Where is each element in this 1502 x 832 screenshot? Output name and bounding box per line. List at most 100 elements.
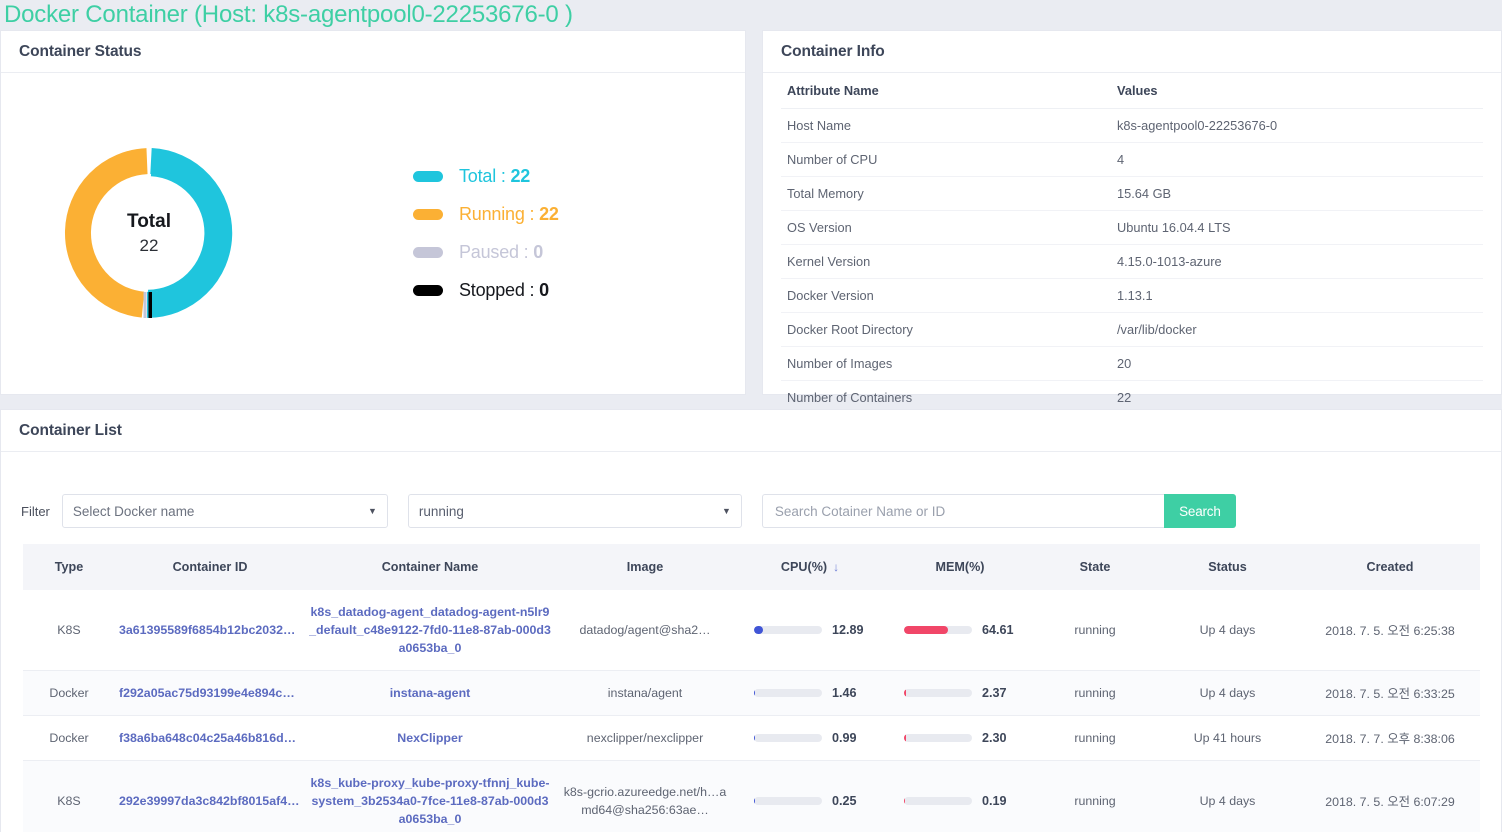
table-row[interactable]: K8S 3a61395589f6854b12bc2032b07… k8s_datad… — [23, 590, 1480, 671]
info-row: Kernel Version 4.15.0-1013-azure — [781, 244, 1483, 279]
state-select[interactable]: running ▼ — [407, 494, 742, 528]
legend-value-stopped: 0 — [539, 279, 549, 300]
mem-meter-fill — [904, 689, 906, 697]
image-text: datadog/agent@sha2… — [579, 623, 711, 637]
legend-item-paused[interactable]: Paused : 0 — [413, 233, 559, 271]
cell-cpu: 0.99 — [735, 715, 885, 761]
container-name-link[interactable]: k8s_datadog-agent_datadog-agent-n5lr9_de… — [309, 603, 551, 657]
container-id-link[interactable]: 292e39997da3c842bf8015af4c3… — [119, 794, 301, 808]
cpu-meter-fill — [754, 689, 756, 697]
legend-chip-running — [413, 208, 443, 220]
cell-container-id: f292a05ac75d93199e4e894c4a… — [115, 670, 305, 716]
mem-value: 2.37 — [982, 686, 1007, 700]
cell-status: Up 4 days — [1155, 590, 1300, 671]
info-attribute: Docker Version — [781, 278, 1111, 313]
image-text: nexclipper/nexclipper — [586, 731, 704, 745]
cpu-meter: 0.99 — [739, 731, 881, 745]
mem-value: 64.61 — [982, 623, 1014, 637]
cell-container-id: 3a61395589f6854b12bc2032b07… — [115, 590, 305, 671]
cpu-meter-fill — [754, 626, 763, 634]
legend-text-stopped: Stopped : — [459, 279, 540, 300]
legend-chip-total — [413, 170, 443, 182]
cell-state: running — [1035, 760, 1155, 832]
cell-image: k8s-gcrio.azureedge.net/h…amd64@sha256:6… — [555, 760, 735, 832]
container-id-link[interactable]: f292a05ac75d93199e4e894c4a… — [119, 686, 301, 700]
mem-meter-fill — [904, 734, 906, 742]
container-info-header: Container Info — [763, 31, 1501, 73]
table-row[interactable]: Docker f38a6ba648c04c25a46b816db… NexClipp… — [23, 715, 1480, 761]
cell-type: Docker — [23, 715, 115, 761]
container-list-header: Container List — [1, 410, 1501, 452]
mem-meter-track — [904, 626, 972, 634]
cell-container-name: k8s_kube-proxy_kube-proxy-tfnnj_kube-sys… — [305, 760, 555, 832]
cell-status: Up 4 days — [1155, 670, 1300, 716]
container-id-link[interactable]: 3a61395589f6854b12bc2032b07… — [119, 623, 301, 637]
info-row: Total Memory 15.64 GB — [781, 176, 1483, 211]
info-row: Docker Root Directory/var/lib/docker — [781, 312, 1483, 347]
container-name-link[interactable]: k8s_kube-proxy_kube-proxy-tfnnj_kube-sys… — [309, 774, 551, 828]
search-button[interactable]: Search — [1163, 494, 1236, 528]
table-row[interactable]: K8S 292e39997da3c842bf8015af4c3… k8s_kube-… — [23, 760, 1480, 832]
donut-segment-total — [146, 148, 233, 318]
container-name-link[interactable]: instana-agent — [309, 684, 551, 702]
cpu-value: 1.46 — [832, 686, 857, 700]
th-created[interactable]: Created — [1300, 544, 1480, 590]
container-list-table-wrap: Type Container ID Container Name Image C… — [1, 544, 1501, 832]
th-status[interactable]: Status — [1155, 544, 1300, 590]
legend-item-total[interactable]: Total : 22 — [413, 157, 559, 195]
legend-item-stopped[interactable]: Stopped : 0 — [413, 271, 559, 309]
container-status-card: Container Status Total 22 Total: 22 Run… — [0, 30, 746, 395]
info-value: 20 — [1111, 346, 1483, 381]
info-value: /var/lib/docker — [1111, 312, 1483, 347]
th-mem[interactable]: MEM(%) — [885, 544, 1035, 590]
cpu-meter: 12.89 — [739, 623, 881, 637]
container-status-donut-chart[interactable]: Total 22 — [37, 118, 337, 348]
legend-label-running: Running : 22 — [459, 204, 559, 225]
mem-value: 0.19 — [982, 794, 1007, 808]
legend-value-running: 22 — [539, 203, 559, 224]
legend-text-paused: Paused : — [459, 241, 534, 262]
cell-cpu: 0.25 — [735, 760, 885, 832]
legend-value-total: 22 — [510, 165, 531, 186]
container-info-header-row: Attribute Name Values — [781, 73, 1483, 109]
cell-created: 2018. 7. 5. 오전 6:25:38 — [1300, 590, 1480, 671]
cell-container-name: k8s_datadog-agent_datadog-agent-n5lr9_de… — [305, 590, 555, 671]
th-state[interactable]: State — [1035, 544, 1155, 590]
container-name-link[interactable]: NexClipper — [309, 729, 551, 747]
cell-status: Up 41 hours — [1155, 715, 1300, 761]
state-select-value: running — [418, 503, 464, 519]
legend-item-running[interactable]: Running : 22 — [413, 195, 559, 233]
legend-label-stopped: Stopped : 0 — [459, 280, 549, 301]
container-id-link[interactable]: f38a6ba648c04c25a46b816db… — [119, 731, 301, 745]
legend-chip-paused — [413, 246, 443, 258]
info-row: Number of Images 20 — [781, 346, 1483, 381]
info-attribute: Kernel Version — [781, 244, 1111, 279]
docker-name-select-value: Select Docker name — [72, 503, 195, 519]
filter-label: Filter — [21, 503, 50, 519]
cell-type: K8S — [23, 590, 115, 671]
cpu-meter-track — [754, 626, 822, 634]
table-row[interactable]: Docker f292a05ac75d93199e4e894c4a… instana… — [23, 670, 1480, 716]
cell-cpu: 1.46 — [735, 670, 885, 716]
mem-meter-fill — [904, 797, 906, 805]
cell-container-id: f38a6ba648c04c25a46b816db… — [115, 715, 305, 761]
th-container-id[interactable]: Container ID — [115, 544, 305, 590]
docker-name-select[interactable]: Select Docker name ▼ — [61, 494, 388, 528]
info-attribute: OS Version — [781, 210, 1111, 245]
cell-type: K8S — [23, 760, 115, 832]
search-input[interactable] — [761, 494, 1164, 528]
legend-text-running: Running : — [459, 203, 540, 224]
info-col-attribute: Attribute Name — [781, 73, 1111, 109]
th-container-name[interactable]: Container Name — [305, 544, 555, 590]
chevron-down-icon: ▼ — [367, 506, 377, 516]
th-image[interactable]: Image — [555, 544, 735, 590]
legend-label-paused: Paused : 0 — [459, 242, 543, 263]
container-info-table: Attribute Name Values Host Name k8s-agent… — [781, 73, 1483, 415]
th-cpu[interactable]: CPU(%) ↓ — [735, 544, 885, 590]
container-list-header-row: Type Container ID Container Name Image C… — [23, 544, 1480, 590]
mem-meter: 64.61 — [889, 623, 1031, 637]
container-info-card: Container Info Attribute Name Values Hos… — [762, 30, 1502, 415]
th-type[interactable]: Type — [23, 544, 115, 590]
container-status-header: Container Status — [1, 31, 745, 73]
info-value: 1.13.1 — [1111, 278, 1483, 313]
